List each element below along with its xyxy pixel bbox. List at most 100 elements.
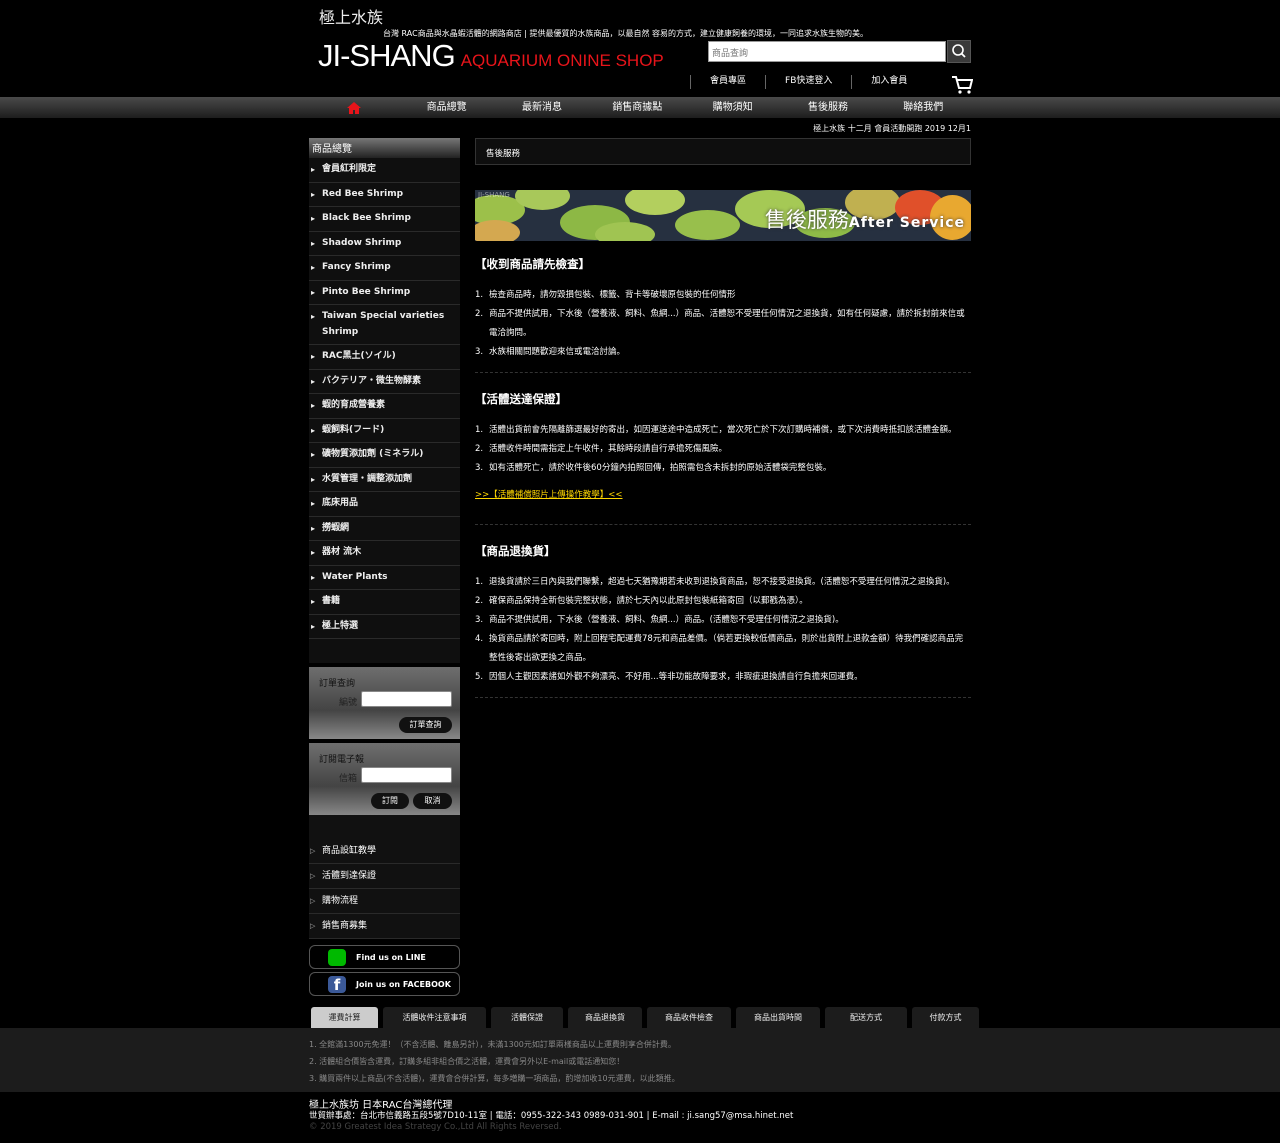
nav-stores[interactable]: 銷售商據點: [590, 97, 685, 118]
item-number: 2.: [475, 596, 484, 606]
sidebar-category-item[interactable]: 會員紅利限定: [309, 158, 460, 183]
section-title: 【活體送達保證】: [475, 392, 567, 406]
line-button[interactable]: Find us on LINE: [309, 945, 460, 969]
banner-title: 售後服務After Service: [764, 208, 965, 232]
sidebar-category-item[interactable]: Taiwan Special varieties Shrimp: [309, 305, 460, 345]
list-item: 3. 如有活體死亡，請於收件後60分鐘內拍照回傳，拍照需包含未拆封的原始活體袋完整…: [475, 459, 971, 478]
list-item: 1. 檢查商品時，請勿毀損包裝、標籤、背卡等破壞原包裝的任何情形: [475, 286, 971, 305]
item-text: 活體出貨前會先隔離篩選最好的寄出，如因運送途中造成死亡，當次死亡於下次訂購時補償…: [489, 425, 957, 435]
section-title: 【商品退換貨】: [475, 544, 556, 558]
sidebar-category-item[interactable]: 水質管理・調整添加劑: [309, 467, 460, 492]
item-text: 活體收件時間需指定上午收件，其餘時段請自行承擔死傷風險。: [489, 444, 728, 454]
facebook-button[interactable]: f Join us on FACEBOOK: [309, 972, 460, 996]
newsletter-box: 訂閱電子報 信箱 訂閱 取消: [309, 743, 460, 815]
item-number: 1.: [475, 425, 484, 435]
item-text: 因個人主觀因素諸如外觀不夠漂亮、不好用...等非功能故障要求，非瑕疵退換請自行負…: [489, 672, 863, 682]
sidebar-category-item[interactable]: 底床用品: [309, 492, 460, 517]
cart-icon[interactable]: [951, 75, 974, 98]
email-input[interactable]: [361, 767, 452, 783]
list-item: 5. 因個人主觀因素諸如外觀不夠漂亮、不好用...等非功能故障要求，非瑕疵退換請自…: [475, 668, 971, 687]
item-text: 檢查商品時，請勿毀損包裝、標籤、背卡等破壞原包裝的任何情形: [489, 290, 736, 300]
info-tabs: 運費計算 活體收件注意事項 活體保證 商品退換貨 商品收件檢查 商品出貨時間 配送方式 付款方…: [311, 1007, 979, 1028]
sidebar-category-item[interactable]: 書籍: [309, 590, 460, 615]
footer-contact: 世貿辦事處：台北市信義路五段5號7D10-11室 | 電話：0955-322-3…: [309, 1111, 794, 1121]
sidebar-category-item[interactable]: 礦物質添加劑 (ミネラル): [309, 443, 460, 468]
tab-item[interactable]: 商品退換貨: [568, 1007, 642, 1028]
line-icon: [328, 949, 346, 966]
breadcrumb: 售後服務: [475, 138, 971, 165]
sidebar-category-item[interactable]: 器材 流木: [309, 541, 460, 566]
unsubscribe-button[interactable]: 取消: [413, 793, 452, 809]
tab-item[interactable]: 活體保證: [491, 1007, 563, 1028]
fb-login-link[interactable]: FB快速登入: [765, 75, 851, 89]
photo-upload-tutorial-link[interactable]: >>【活體補償照片上傳操作教學】<<: [475, 488, 971, 500]
item-text: 商品不提供試用，下水後（營養液、飼料、魚網...）商品。(活體恕不受理任何情況之…: [489, 615, 844, 625]
content-section: 【收到商品請先檢查】 1. 檢查商品時，請勿毀損包裝、標籤、背卡等破壞原包裝的任何情…: [475, 256, 971, 373]
item-text: 確保商品保持全新包裝完整狀態，請於七天內以此原封包裝紙箱寄回（以郵戳為憑）。: [489, 596, 808, 606]
sidebar-category-item[interactable]: Black Bee Shrimp: [309, 207, 460, 232]
tab-item[interactable]: 活體收件注意事項: [383, 1007, 486, 1028]
sidebar-category-item[interactable]: 蝦的育成營養素: [309, 394, 460, 419]
tab-item[interactable]: 配送方式: [825, 1007, 907, 1028]
tab-item[interactable]: 商品收件檢查: [647, 1007, 731, 1028]
sidebar-info-link[interactable]: 活體到達保證: [309, 864, 460, 889]
sidebar-category-item[interactable]: 蝦飼料(フード): [309, 418, 460, 443]
item-text: 水族相關問題歡迎來信或電洽討論。: [489, 347, 626, 357]
panel-line: 2. 活體組合價皆含運費，訂購多組非組合價之活體，運費會另外以E-mail或電話…: [309, 1057, 625, 1066]
sidebar-category-item[interactable]: Red Bee Shrimp: [309, 182, 460, 207]
sidebar-title: 商品總覽: [309, 138, 460, 158]
sidebar-category-item[interactable]: Water Plants: [309, 565, 460, 590]
item-number: 2.: [475, 309, 484, 319]
item-number: 3.: [475, 463, 484, 473]
newsletter-title: 訂閱電子報: [319, 755, 365, 765]
sidebar-info-link[interactable]: 購物流程: [309, 889, 460, 914]
nav-after-service[interactable]: 售後服務: [780, 97, 875, 118]
announcement-marquee[interactable]: 極上水族 十二月 會員活動開跑 2019 12月1: [813, 123, 971, 134]
search-input[interactable]: 商品查詢: [708, 41, 946, 62]
order-query-button[interactable]: 訂單查詢: [399, 717, 452, 733]
sidebar-info-link[interactable]: 銷售商募集: [309, 914, 460, 939]
subscribe-button[interactable]: 訂閱: [371, 793, 409, 809]
logo-main: JI-SHANG: [318, 38, 456, 73]
order-query-box: 訂單查詢 編號 訂單查詢: [309, 667, 460, 739]
sidebar-info-link[interactable]: 商品設缸教學: [309, 839, 460, 864]
sidebar-category-item[interactable]: Pinto Bee Shrimp: [309, 280, 460, 305]
facebook-icon: f: [328, 976, 346, 994]
list-item: 2. 確保商品保持全新包裝完整狀態，請於七天內以此原封包裝紙箱寄回（以郵戳為憑）。: [475, 592, 971, 611]
join-member-link[interactable]: 加入會員: [851, 75, 926, 89]
tab-item[interactable]: 付款方式: [912, 1007, 979, 1028]
banner-image: JI-SHANG 售後服務After Service: [475, 190, 971, 241]
order-query-title: 訂單查詢: [319, 679, 356, 689]
item-number: 2.: [475, 444, 484, 454]
sidebar-category-item[interactable]: Shadow Shrimp: [309, 231, 460, 256]
logo-sub: AQUARIUM ONINE SHOP: [460, 51, 664, 70]
member-area-link[interactable]: 會員專區: [690, 75, 765, 89]
tab-item[interactable]: 商品出貨時間: [736, 1007, 820, 1028]
sidebar-category-item[interactable]: 撈蝦網: [309, 516, 460, 541]
tab-item[interactable]: 運費計算: [311, 1007, 378, 1028]
banner-leaf: [475, 220, 520, 241]
banner-leaf: [625, 190, 685, 215]
sidebar-category-item[interactable]: RAC黑土(ソイル): [309, 345, 460, 370]
sidebar-category-item[interactable]: バクテリア・微生物酵素: [309, 369, 460, 394]
list-item: 2. 商品不提供試用，下水後（營養液、飼料、魚網...）商品、活體恕不受理任何情況…: [475, 305, 971, 343]
item-number: 1.: [475, 577, 484, 587]
content-section: 【商品退換貨】 1. 退換貨請於三日內與我們聯繫，超過七天猶豫期若未收到退換貨商品，…: [475, 543, 971, 698]
sidebar-category-item[interactable]: 極上特選: [309, 614, 460, 639]
section-list: 1. 活體出貨前會先隔離篩選最好的寄出，如因運送途中造成死亡，當次死亡於下次訂購時…: [475, 421, 971, 478]
order-number-input[interactable]: [361, 691, 452, 707]
sidebar-category-item[interactable]: Fancy Shrimp: [309, 256, 460, 281]
content-section: 【活體送達保證】 1. 活體出貨前會先隔離篩選最好的寄出，如因運送途中造成死亡，當次…: [475, 391, 971, 525]
nav-products[interactable]: 商品總覽: [399, 97, 494, 118]
nav-shopping-guide[interactable]: 購物須知: [685, 97, 780, 118]
tab-panel: 1. 全館滿1300元免運！（不含活體、離島另計），未滿1300元如訂單兩樣商品…: [0, 1028, 1280, 1092]
banner-leaf: [675, 210, 740, 240]
line-label: Find us on LINE: [356, 953, 426, 962]
logo[interactable]: JI-SHANG AQUARIUM ONINE SHOP: [318, 38, 664, 74]
search-button[interactable]: [947, 40, 971, 63]
main-nav: 商品總覽 最新消息 銷售商據點 購物須知 售後服務 聯絡我們: [0, 97, 1280, 118]
panel-line: 1. 全館滿1300元免運！（不含活體、離島另計），未滿1300元如訂單兩樣商品…: [309, 1040, 676, 1049]
nav-contact[interactable]: 聯絡我們: [876, 97, 971, 118]
nav-news[interactable]: 最新消息: [494, 97, 589, 118]
home-link[interactable]: [309, 97, 399, 118]
